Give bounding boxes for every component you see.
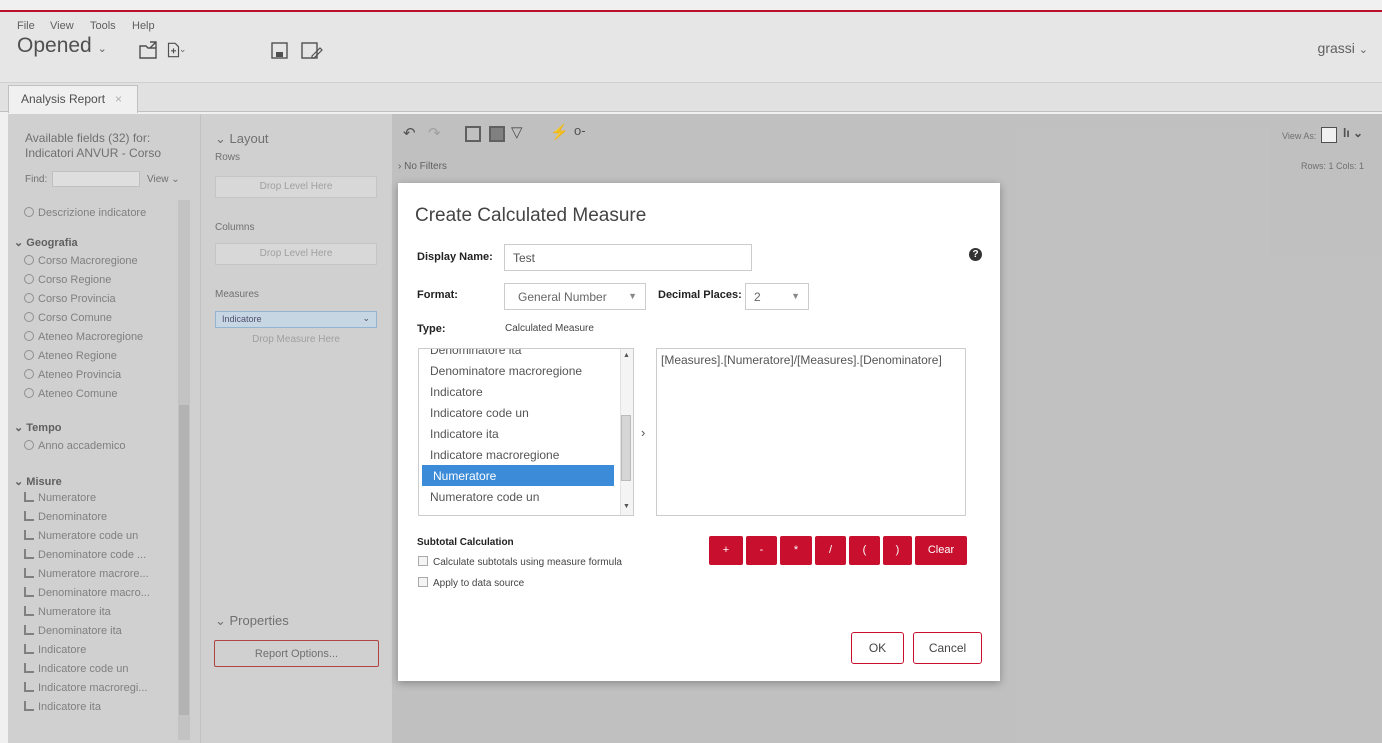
close-paren-button[interactable]: )	[883, 536, 912, 565]
cancel-button[interactable]: Cancel	[913, 632, 982, 664]
display-name-input[interactable]: Test	[504, 244, 752, 271]
formula-editor[interactable]: [Measures].[Numeratore]/[Measures].[Deno…	[656, 348, 966, 516]
chevron-down-icon: ▼	[628, 291, 637, 301]
subtotal-title: Subtotal Calculation	[417, 537, 514, 548]
open-paren-button[interactable]: (	[849, 536, 880, 565]
multiply-button[interactable]: *	[780, 536, 812, 565]
type-value: Calculated Measure	[505, 323, 594, 334]
minus-button[interactable]: -	[746, 536, 777, 565]
help-icon[interactable]: ?	[969, 248, 982, 261]
format-value: General Number	[518, 290, 607, 304]
measure-list[interactable]: Denominatore ita Denominatore macroregio…	[418, 348, 634, 516]
list-item[interactable]: Indicatore code un	[419, 402, 614, 423]
dialog-title: Create Calculated Measure	[415, 205, 647, 226]
list-item[interactable]: Indicatore	[419, 381, 614, 402]
list-scrollbar-thumb[interactable]	[621, 415, 631, 481]
chevron-down-icon: ▼	[791, 291, 800, 301]
plus-button[interactable]: +	[709, 536, 743, 565]
scroll-up-icon[interactable]: ▲	[623, 352, 630, 359]
display-name-label: Display Name:	[417, 251, 493, 263]
list-item[interactable]: Denominatore macroregione	[419, 360, 614, 381]
subtotal-formula-label: Calculate subtotals using measure formul…	[433, 557, 622, 568]
format-select[interactable]: General Number ▼	[504, 283, 646, 310]
divide-button[interactable]: /	[815, 536, 846, 565]
type-label: Type:	[417, 323, 446, 335]
list-item[interactable]: Denominatore ita	[419, 349, 614, 360]
list-item[interactable]: Indicatore macroregione	[419, 444, 614, 465]
format-label: Format:	[417, 289, 458, 301]
decimal-places-select[interactable]: 2 ▼	[745, 283, 809, 310]
add-to-formula-icon[interactable]: ›	[641, 425, 645, 440]
apply-source-checkbox[interactable]	[418, 577, 428, 587]
list-item[interactable]: Indicatore ita	[419, 423, 614, 444]
apply-source-label: Apply to data source	[433, 578, 525, 589]
decimal-places-label: Decimal Places:	[658, 289, 742, 301]
ok-button[interactable]: OK	[851, 632, 904, 664]
scroll-down-icon[interactable]: ▼	[623, 503, 630, 510]
subtotal-formula-checkbox[interactable]	[418, 556, 428, 566]
clear-button[interactable]: Clear	[915, 536, 967, 565]
decimal-value: 2	[754, 290, 761, 304]
list-item[interactable]: Numeratore code un	[419, 486, 614, 507]
list-item-selected[interactable]: Numeratore	[422, 465, 614, 486]
